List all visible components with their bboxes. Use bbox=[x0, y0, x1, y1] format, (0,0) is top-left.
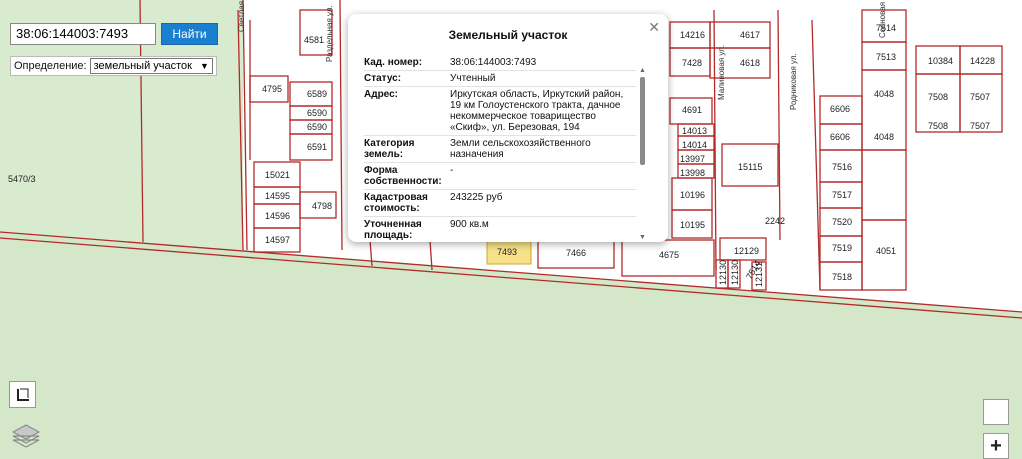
close-icon[interactable]: ✕ bbox=[648, 19, 660, 36]
parcel-label: 10196 bbox=[680, 190, 705, 200]
parcel-label: 4795 bbox=[262, 84, 282, 94]
parcel-label: 4618 bbox=[740, 58, 760, 68]
scroll-down-icon[interactable]: ▼ bbox=[639, 234, 646, 241]
cadastral-number-input[interactable]: 38:06:144003:7493 bbox=[10, 23, 156, 45]
definition-selector: Определение: земельный участок ▼ bbox=[10, 56, 217, 76]
parcel-label: 7518 bbox=[832, 272, 852, 282]
parcel-label: 6606 bbox=[830, 104, 850, 114]
parcel-label: 6589 bbox=[307, 89, 327, 99]
zoom-in-button[interactable]: + bbox=[983, 433, 1009, 459]
definition-select[interactable]: земельный участок ▼ bbox=[89, 58, 213, 74]
street-label: Родниковая ул. bbox=[789, 53, 798, 110]
parcel-label: 7516 bbox=[832, 162, 852, 172]
street-label: Светлая ул. bbox=[237, 0, 246, 32]
parcel-label: 12129 bbox=[734, 246, 759, 256]
parcel-label: 12130 bbox=[718, 260, 728, 285]
parcel-label: 14596 bbox=[265, 211, 290, 221]
parcel-label: 4581 bbox=[304, 35, 324, 45]
parcel-label: 4617 bbox=[740, 30, 760, 40]
parcel-label: 14595 bbox=[265, 191, 290, 201]
parcel-label: 4048 bbox=[874, 89, 894, 99]
parcel-label: 7507 bbox=[970, 121, 990, 131]
parcel-label: 14216 bbox=[680, 30, 705, 40]
attribute-row: Кад. номер: 38:06:144003:7493 bbox=[364, 55, 636, 70]
parcel-label: 7520 bbox=[832, 217, 852, 227]
attribute-row: Адрес: Иркутская область, Иркутский райо… bbox=[364, 86, 636, 135]
parcel-label: 14228 bbox=[970, 56, 995, 66]
street-label: Сосновая ул. bbox=[878, 0, 887, 38]
parcel-label: 15021 bbox=[265, 170, 290, 180]
attribute-key: Статус: bbox=[364, 73, 402, 84]
parcel-label: 10384 bbox=[928, 56, 953, 66]
attribute-key: Категория земель: bbox=[364, 138, 415, 160]
attribute-value: 38:06:144003:7493 bbox=[450, 57, 537, 68]
street-label: Раздельная ул. bbox=[325, 5, 334, 62]
popup-scrollbar[interactable]: ▲ ▼ bbox=[639, 67, 646, 241]
parcel-label: 6590 bbox=[307, 108, 327, 118]
attribute-value: - bbox=[450, 165, 454, 176]
parcel-label: 7508 bbox=[928, 121, 948, 131]
attribute-value: Иркутская область, Иркутский район, 19 к… bbox=[450, 89, 624, 133]
attribute-row: Кадастровая стоимость: 243225 руб bbox=[364, 189, 636, 216]
parcel-label: 7508 bbox=[928, 92, 948, 102]
parcel-label: 4048 bbox=[874, 132, 894, 142]
parcel-label: 4051 bbox=[876, 246, 896, 256]
fullscreen-button[interactable] bbox=[983, 399, 1009, 425]
street-label: Малиновая ул. bbox=[717, 45, 726, 100]
parcel-label: 4675 bbox=[659, 250, 679, 260]
frame-icon bbox=[16, 388, 29, 401]
find-button[interactable]: Найти bbox=[161, 23, 218, 45]
parcel-label: 7513 bbox=[876, 52, 896, 62]
parcel-label: 7428 bbox=[682, 58, 702, 68]
frame-button[interactable] bbox=[9, 381, 36, 408]
attribute-row: Уточненная площадь: 900 кв.м bbox=[364, 216, 636, 241]
parcel-label: 10195 bbox=[680, 220, 705, 230]
parcel-label: 12130 bbox=[730, 260, 740, 285]
parcel-label: 6590 bbox=[307, 122, 327, 132]
parcel-label: 2242 bbox=[765, 216, 785, 226]
parcel-label: 7493 bbox=[497, 247, 517, 257]
definition-label: Определение: bbox=[14, 60, 87, 72]
parcel-label: 13998 bbox=[680, 168, 705, 178]
attribute-key: Кад. номер: bbox=[364, 57, 423, 68]
attribute-row: Форма собственности: - bbox=[364, 162, 636, 189]
parcel-label: 13997 bbox=[680, 154, 705, 164]
attribute-value: Учтенный bbox=[450, 73, 496, 84]
parcel-label: 14597 bbox=[265, 235, 290, 245]
attribute-key: Адрес: bbox=[364, 89, 398, 100]
parcel-label: 4691 bbox=[682, 105, 702, 115]
attribute-key: Кадастровая стоимость: bbox=[364, 192, 428, 214]
definition-selected: земельный участок bbox=[93, 60, 192, 72]
chevron-down-icon: ▼ bbox=[200, 61, 209, 71]
attribute-value: Земли сельскохозяйственного назначения bbox=[450, 138, 591, 160]
attribute-key: Уточненная площадь: bbox=[364, 219, 422, 241]
parcel-label: 6606 bbox=[830, 132, 850, 142]
popup-title: Земельный участок bbox=[448, 28, 568, 42]
parcel-label: 5470/3 bbox=[8, 174, 36, 184]
scroll-up-icon[interactable]: ▲ bbox=[639, 67, 646, 74]
zoom-in-icon: + bbox=[990, 434, 1002, 457]
parcel-label: 7466 bbox=[566, 248, 586, 258]
parcel-label: 4798 bbox=[312, 201, 332, 211]
parcel-label: 14014 bbox=[682, 140, 707, 150]
layers-button[interactable] bbox=[9, 419, 43, 451]
attribute-value: 900 кв.м bbox=[450, 219, 489, 230]
attribute-row: Категория земель: Земли сельскохозяйстве… bbox=[364, 135, 636, 162]
parcel-info-popup: Земельный участок ✕ Кад. номер: 38:06:14… bbox=[348, 14, 668, 242]
layers-icon bbox=[11, 424, 41, 448]
parcel-label: 6591 bbox=[307, 142, 327, 152]
parcel-label: 14013 bbox=[682, 126, 707, 136]
parcel-label: 7507 bbox=[970, 92, 990, 102]
attribute-value: 243225 руб bbox=[450, 192, 503, 203]
parcel-label: 7517 bbox=[832, 190, 852, 200]
attribute-row: Статус: Учтенный bbox=[364, 70, 636, 86]
parcel-label: 15115 bbox=[738, 162, 762, 172]
popup-attributes: Кад. номер: 38:06:144003:7493 Статус: Уч… bbox=[364, 55, 636, 241]
attribute-key: Форма собственности: bbox=[364, 165, 442, 187]
scroll-thumb[interactable] bbox=[640, 77, 645, 165]
parcel-label: 7519 bbox=[832, 243, 852, 253]
